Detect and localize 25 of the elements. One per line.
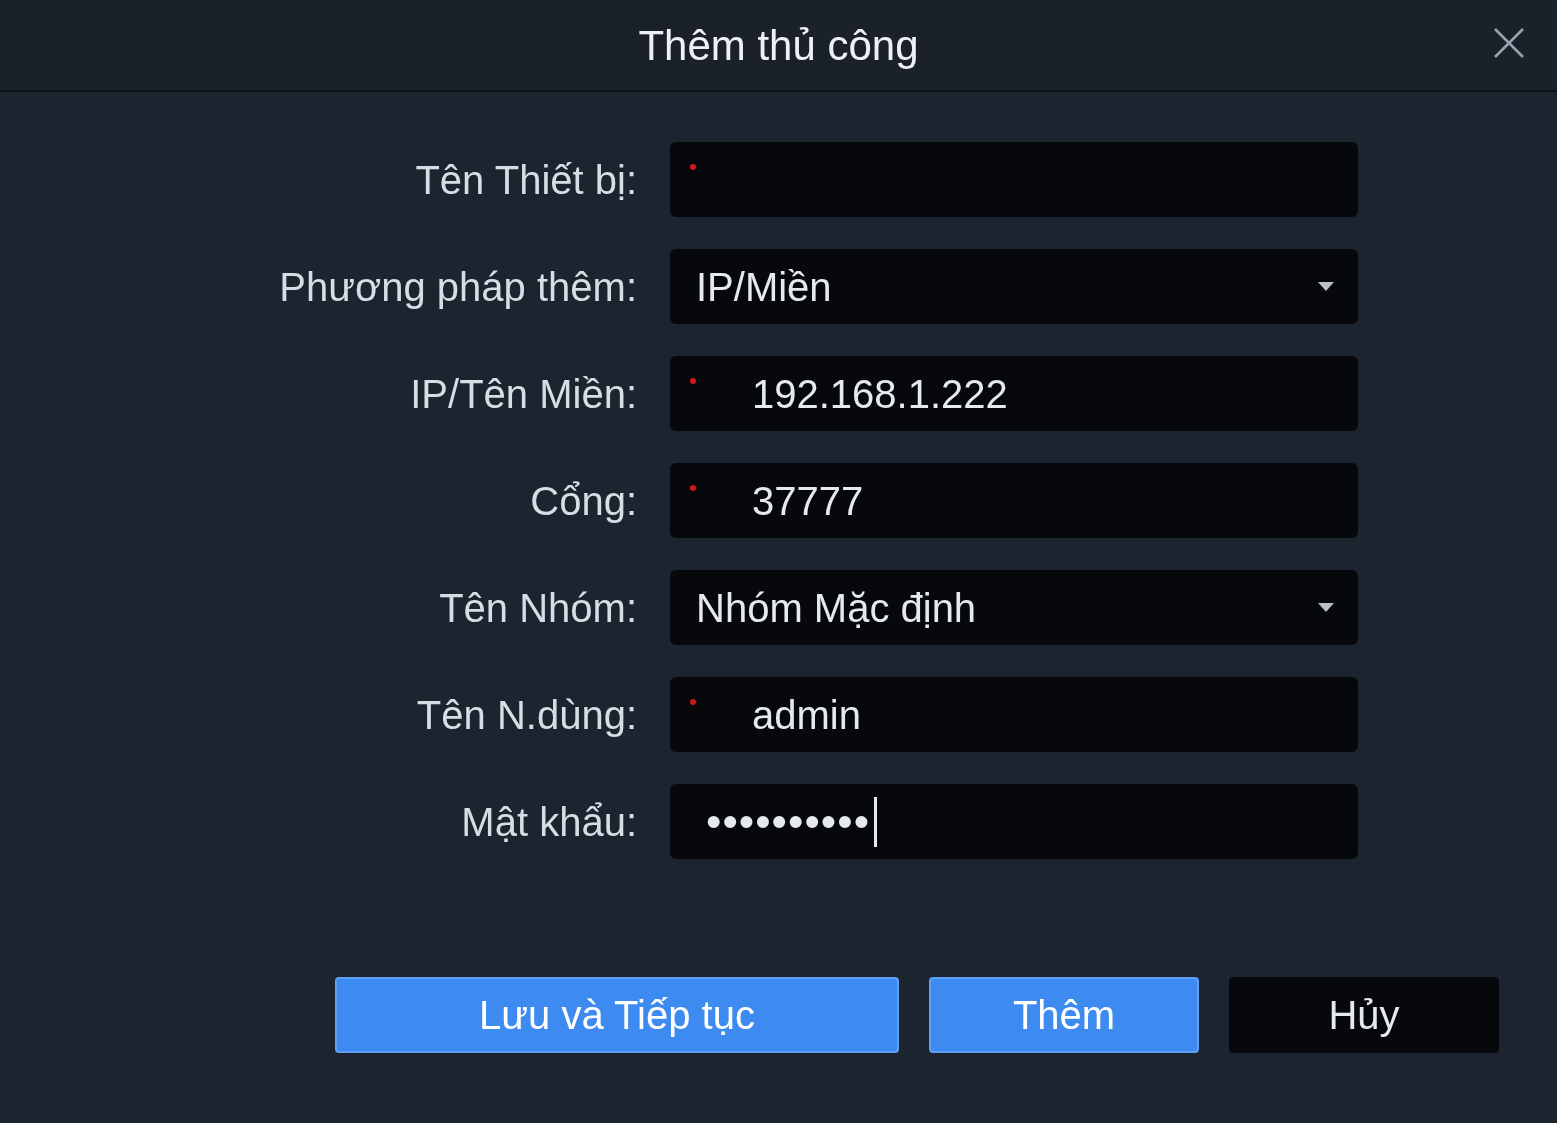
password-text: •••••••••• <box>706 795 871 848</box>
field-label: IP/Tên Miền: <box>409 370 637 418</box>
field-label: Mật khẩu: <box>460 798 637 846</box>
input-field[interactable]: 192.168.1.222 <box>670 356 1358 431</box>
dropdown-field[interactable]: Nhóm Mặc định <box>670 570 1358 645</box>
caret-icon <box>1318 282 1334 291</box>
field-value: Nhóm Mặc định <box>696 584 977 632</box>
field-value: 37777 <box>752 477 864 525</box>
input-field[interactable]: 37777 <box>670 463 1358 538</box>
input-field[interactable] <box>670 142 1358 217</box>
input-field[interactable]: admin <box>670 677 1358 752</box>
close-icon <box>1493 27 1525 59</box>
field-value: IP/Miền <box>696 263 832 311</box>
field-label: Cổng: <box>529 477 637 525</box>
field-label: Tên N.dùng: <box>415 691 637 739</box>
dialog-button[interactable]: Hủy <box>1229 977 1499 1053</box>
field-value: 192.168.1.222 <box>752 370 1008 418</box>
field-label: Phương pháp thêm: <box>278 263 637 311</box>
dialog-title: Thêm thủ công <box>638 20 919 71</box>
field-label: Tên Thiết bị: <box>414 156 637 204</box>
field-label: Tên Nhóm: <box>438 584 637 632</box>
input-field[interactable]: •••••••••• <box>670 784 1358 859</box>
caret-icon <box>1318 603 1334 612</box>
dropdown-field[interactable]: IP/Miền <box>670 249 1358 324</box>
field-value: admin <box>752 691 861 739</box>
